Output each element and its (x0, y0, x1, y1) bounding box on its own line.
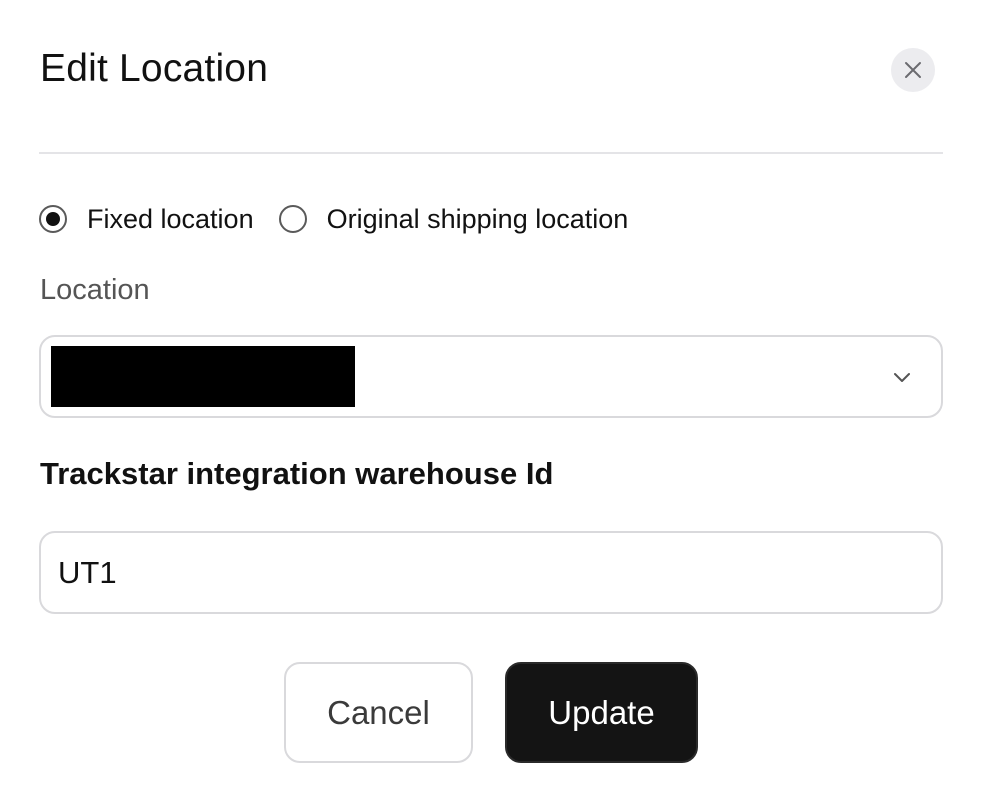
radio-button-selected[interactable] (39, 205, 67, 233)
location-select-value-redacted (51, 346, 355, 407)
close-button[interactable] (891, 48, 935, 92)
header-divider (39, 152, 943, 154)
warehouse-id-label: Trackstar integration warehouse Id (40, 456, 554, 491)
radio-option-original-shipping-location[interactable]: Original shipping location (278, 202, 629, 236)
chevron-down-icon (894, 373, 910, 382)
location-type-radio-group: Fixed location Original shipping locatio… (39, 202, 628, 236)
close-icon (905, 62, 921, 78)
dialog-title: Edit Location (40, 47, 269, 90)
edit-location-dialog: Edit Location Fixed location Original sh… (0, 0, 983, 800)
location-label: Location (40, 274, 150, 306)
location-select[interactable] (39, 335, 943, 418)
radio-label-original-shipping-location: Original shipping location (326, 204, 629, 234)
radio-label-fixed-location: Fixed location (87, 204, 254, 234)
radio-dot (46, 212, 60, 226)
warehouse-id-input[interactable] (39, 531, 943, 614)
update-button[interactable]: Update (505, 662, 698, 763)
radio-button-unselected[interactable] (278, 205, 307, 233)
cancel-button[interactable]: Cancel (284, 662, 473, 763)
radio-option-fixed-location[interactable]: Fixed location (39, 202, 254, 236)
